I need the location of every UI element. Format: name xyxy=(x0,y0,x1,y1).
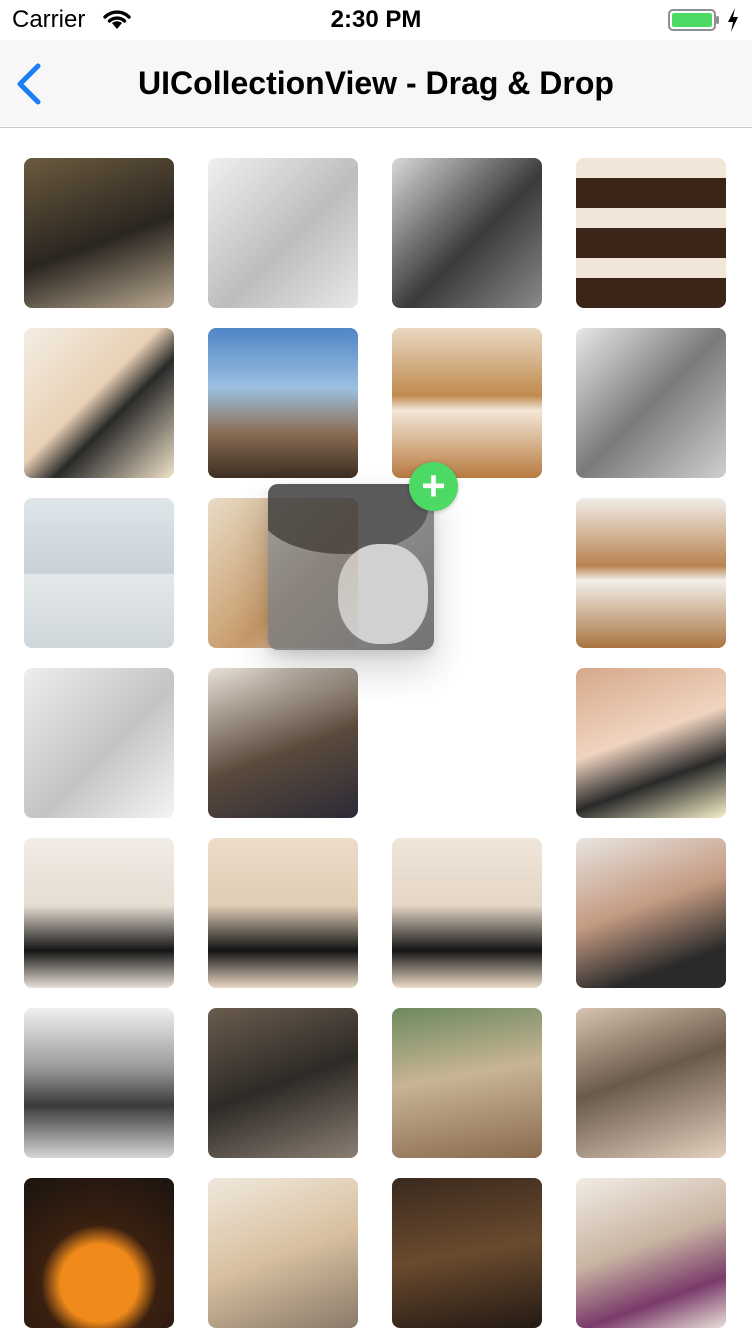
page-title: UICollectionView - Drag & Drop xyxy=(138,65,614,101)
photo-cell[interactable] xyxy=(392,838,542,988)
photo-cell[interactable] xyxy=(392,1008,542,1158)
photo-cell[interactable] xyxy=(24,328,174,478)
photo-cell[interactable] xyxy=(392,158,542,308)
photo-cell[interactable] xyxy=(576,838,726,988)
photo-cell[interactable] xyxy=(392,1178,542,1328)
photo-cell[interactable] xyxy=(208,838,358,988)
photo-collection-grid[interactable] xyxy=(0,128,752,1334)
photo-cell[interactable] xyxy=(576,158,726,308)
photo-cell[interactable] xyxy=(208,158,358,308)
preview-face-shape xyxy=(338,544,428,644)
photo-cell[interactable] xyxy=(576,668,726,818)
photo-cell[interactable] xyxy=(392,328,542,478)
preview-hat-shape xyxy=(268,484,428,554)
clock: 2:30 PM xyxy=(330,6,422,33)
photo-cell[interactable] xyxy=(24,158,174,308)
photo-cell[interactable] xyxy=(24,668,174,818)
photo-cell[interactable] xyxy=(208,328,358,478)
photo-cell[interactable] xyxy=(24,498,174,648)
photo-cell xyxy=(392,668,542,818)
battery-icon xyxy=(668,9,719,31)
photo-cell[interactable] xyxy=(24,838,174,988)
status-bar: Carrier 2:30 PM xyxy=(0,0,752,40)
charging-bolt-icon xyxy=(728,8,738,32)
photo-cell[interactable] xyxy=(576,498,726,648)
drag-preview-image[interactable] xyxy=(268,484,434,650)
photo-cell[interactable] xyxy=(576,1008,726,1158)
photo-cell[interactable] xyxy=(208,1008,358,1158)
photo-cell[interactable] xyxy=(24,1008,174,1158)
photo-cell[interactable] xyxy=(576,328,726,478)
photo-cell[interactable] xyxy=(208,668,358,818)
navigation-bar: UICollectionView - Drag & Drop xyxy=(0,40,752,128)
photo-cell[interactable] xyxy=(576,1178,726,1328)
add-copy-badge-icon: + xyxy=(409,462,458,511)
photo-cell[interactable] xyxy=(24,1178,174,1328)
photo-cell[interactable] xyxy=(208,1178,358,1328)
